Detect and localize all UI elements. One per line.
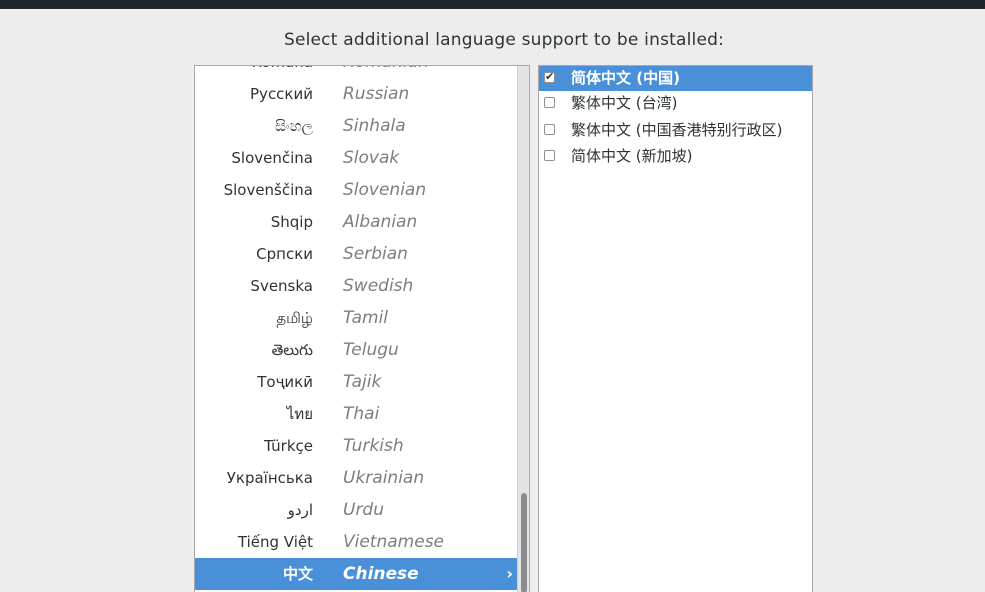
language-english-name: Vietnamese bbox=[343, 532, 445, 552]
language-row[interactable]: Тоҷикӣ Tajik bbox=[195, 366, 519, 398]
page-title: Select additional language support to be… bbox=[283, 30, 725, 50]
chevron-right-icon: › bbox=[506, 564, 513, 583]
language-row[interactable]: Српски Serbian bbox=[195, 238, 519, 270]
language-native-name: Українська bbox=[226, 469, 313, 487]
top-bar bbox=[0, 0, 985, 9]
locale-checkbox[interactable]: ✔ bbox=[544, 70, 555, 83]
language-native-name: Slovenčina bbox=[231, 149, 313, 167]
language-native-name: Тоҷикӣ bbox=[257, 373, 313, 391]
language-native-name: తెలుగు bbox=[271, 341, 313, 359]
language-row[interactable]: Shqip Albanian bbox=[195, 206, 519, 238]
language-english-name: Tamil bbox=[343, 308, 389, 328]
scrollbar-thumb[interactable] bbox=[521, 493, 527, 592]
language-english-name: Slovak bbox=[343, 148, 400, 168]
language-english-name: Swedish bbox=[343, 276, 414, 296]
language-english-name: Romanian bbox=[343, 66, 429, 78]
language-english-name: Serbian bbox=[343, 244, 408, 264]
language-row[interactable]: اردو Urdu bbox=[195, 494, 519, 526]
language-row[interactable]: සිංහල Sinhala bbox=[195, 110, 519, 142]
language-native-name: Slovenščina bbox=[223, 181, 313, 199]
language-native-name: Română bbox=[252, 66, 313, 78]
language-row[interactable]: Slovenščina Slovenian bbox=[195, 174, 519, 206]
language-row[interactable]: Română Romanian bbox=[195, 66, 519, 78]
language-row[interactable]: Українська Ukrainian bbox=[195, 462, 519, 494]
language-english-name: Turkish bbox=[343, 436, 404, 456]
language-native-name: Shqip bbox=[270, 213, 313, 231]
locale-checkbox[interactable] bbox=[544, 97, 555, 108]
language-english-name: Albanian bbox=[343, 212, 418, 232]
language-english-name: Sinhala bbox=[343, 116, 406, 136]
language-native-name: Türkçe bbox=[264, 437, 313, 455]
language-english-name: Russian bbox=[343, 84, 410, 104]
language-native-name: Српски bbox=[256, 245, 313, 263]
language-english-name: Slovenian bbox=[343, 180, 427, 200]
language-list-scrollbar[interactable] bbox=[517, 66, 529, 592]
language-native-name: Svenska bbox=[250, 277, 313, 295]
locale-checkbox[interactable] bbox=[544, 124, 555, 135]
language-native-name: සිංහල bbox=[275, 117, 313, 135]
locale-list[interactable]: ✔ 简体中文 (中国) 繁体中文 (台湾) 繁体中文 (中国香港特别行政区) 简体中文 … bbox=[538, 65, 813, 592]
locale-label: 简体中文 (新加坡) bbox=[571, 147, 693, 165]
locale-checkbox[interactable] bbox=[544, 150, 555, 161]
language-english-name: Urdu bbox=[343, 500, 384, 520]
language-row[interactable]: Svenska Swedish bbox=[195, 270, 519, 302]
language-row[interactable]: Русский Russian bbox=[195, 78, 519, 110]
language-row[interactable]: తెలుగు Telugu bbox=[195, 334, 519, 366]
language-row[interactable]: Tiếng Việt Vietnamese bbox=[195, 526, 519, 558]
locale-label: 简体中文 (中国) bbox=[571, 69, 680, 87]
language-native-name: ไทย bbox=[286, 405, 313, 423]
language-native-name: Русский bbox=[250, 85, 313, 103]
checkmark-icon: ✔ bbox=[545, 70, 555, 83]
locale-row[interactable]: 繁体中文 (台湾) bbox=[539, 91, 812, 116]
language-row[interactable]: தமிழ் Tamil bbox=[195, 302, 519, 334]
language-row[interactable]: ไทย Thai bbox=[195, 398, 519, 430]
language-support-screen: Select additional language support to be… bbox=[0, 0, 985, 592]
language-row[interactable]: Türkçe Turkish bbox=[195, 430, 519, 462]
language-english-name: Ukrainian bbox=[343, 468, 425, 488]
locale-label: 繁体中文 (中国香港特别行政区) bbox=[571, 121, 783, 139]
language-row[interactable]: Slovenčina Slovak bbox=[195, 142, 519, 174]
language-row[interactable]: 中文 Chinese › bbox=[195, 558, 519, 590]
language-english-name: Telugu bbox=[343, 340, 399, 360]
locale-row[interactable]: ✔ 简体中文 (中国) bbox=[539, 66, 812, 91]
language-english-name: Chinese bbox=[343, 564, 419, 584]
locale-row[interactable]: 繁体中文 (中国香港特别行政区) bbox=[539, 118, 812, 143]
language-list[interactable]: 中文 Chinese › Tiếng Việt Vietnamese اردو Urdu Ук… bbox=[194, 65, 530, 592]
locale-label: 繁体中文 (台湾) bbox=[571, 94, 678, 112]
language-native-name: اردو bbox=[287, 501, 313, 519]
language-native-name: தமிழ் bbox=[276, 309, 313, 327]
language-native-name: 中文 bbox=[282, 565, 313, 583]
language-native-name: Tiếng Việt bbox=[237, 533, 313, 551]
locale-row[interactable]: 简体中文 (新加坡) bbox=[539, 144, 812, 169]
language-english-name: Thai bbox=[343, 404, 380, 424]
language-english-name: Tajik bbox=[343, 372, 382, 392]
